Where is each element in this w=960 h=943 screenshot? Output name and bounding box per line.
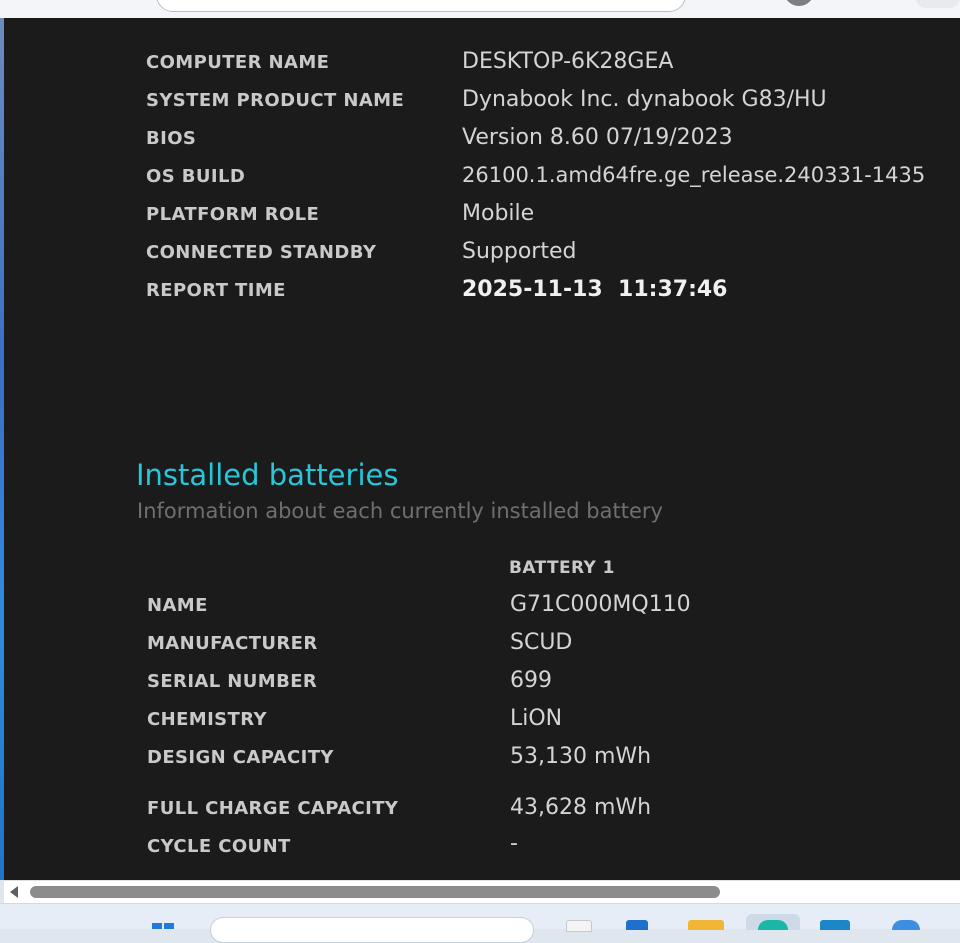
value-design-capacity: 53,130 mWh <box>510 744 652 769</box>
taskbar-app-icon-2[interactable] <box>626 920 648 930</box>
label-system-product-name: SYSTEM PRODUCT NAME <box>146 90 405 111</box>
section-title: Installed batteries <box>136 458 399 492</box>
value-serial-number: 699 <box>510 668 552 693</box>
label-design-capacity: DESIGN CAPACITY <box>147 747 334 768</box>
label-manufacturer: MANUFACTURER <box>147 633 318 654</box>
windows-start-icon[interactable] <box>152 923 174 929</box>
value-full-charge-capacity: 43,628 mWh <box>510 795 652 820</box>
value-battery-name: G71C000MQ110 <box>510 592 691 617</box>
label-cycle-count: CYCLE COUNT <box>147 836 291 857</box>
label-serial-number: SERIAL NUMBER <box>147 671 318 692</box>
extensions-button[interactable] <box>916 0 960 8</box>
address-bar[interactable] <box>156 0 686 12</box>
value-chemistry: LiON <box>510 706 563 731</box>
section-subtitle: Information about each currently install… <box>137 499 663 523</box>
taskbar-app-icon-1[interactable] <box>566 920 592 932</box>
taskbar-app-icon-3[interactable] <box>820 920 850 930</box>
value-platform-role: Mobile <box>462 201 535 226</box>
value-report-time: 2025-11-13 11:37:46 <box>462 277 728 302</box>
label-full-charge-capacity: FULL CHARGE CAPACITY <box>147 798 399 819</box>
label-computer-name: COMPUTER NAME <box>146 52 330 73</box>
value-manufacturer: SCUD <box>510 630 573 655</box>
edge-browser-icon[interactable] <box>758 920 788 930</box>
taskbar-search-box[interactable] <box>210 917 534 943</box>
browser-toolbar <box>0 0 960 19</box>
profile-avatar-icon[interactable] <box>784 0 814 6</box>
label-platform-role: PLATFORM ROLE <box>146 204 320 225</box>
label-battery-name: NAME <box>147 595 208 616</box>
scroll-left-arrow-icon[interactable] <box>10 886 18 898</box>
label-connected-standby: CONNECTED STANDBY <box>146 242 377 263</box>
value-connected-standby: Supported <box>462 239 577 264</box>
value-system-product-name: Dynabook Inc. dynabook G83/HU <box>462 87 827 112</box>
value-cycle-count: - <box>510 831 518 856</box>
value-bios: Version 8.60 07/19/2023 <box>462 125 733 150</box>
label-bios: BIOS <box>146 128 197 149</box>
horizontal-scrollbar-thumb[interactable] <box>30 886 720 898</box>
taskbar-app-icon-4[interactable] <box>892 920 920 930</box>
label-chemistry: CHEMISTRY <box>147 709 267 730</box>
horizontal-scrollbar[interactable] <box>4 880 960 903</box>
file-explorer-icon[interactable] <box>688 920 724 930</box>
battery-report-page: COMPUTER NAME DESKTOP-6K28GEA SYSTEM PRO… <box>4 18 960 880</box>
battery-column-header: BATTERY 1 <box>509 558 615 578</box>
label-os-build: OS BUILD <box>146 166 246 187</box>
value-os-build: 26100.1.amd64fre.ge_release.240331-1435 <box>462 163 926 187</box>
label-report-time: REPORT TIME <box>146 280 286 301</box>
taskbar <box>0 903 960 943</box>
value-computer-name: DESKTOP-6K28GEA <box>462 49 674 74</box>
